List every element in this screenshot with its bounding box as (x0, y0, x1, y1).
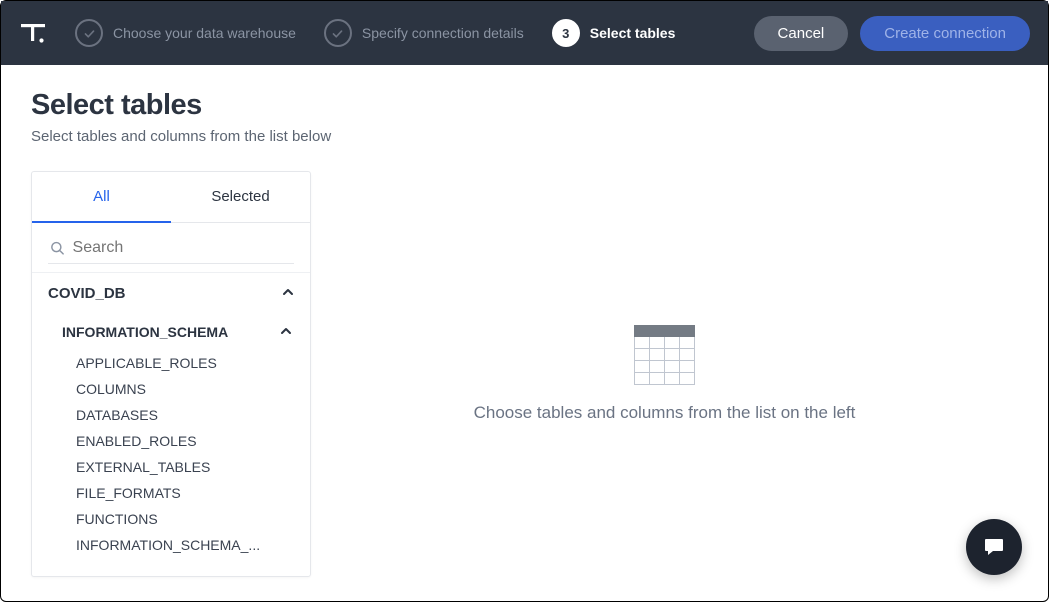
tree-table[interactable]: INFORMATION_SCHEMA_... (32, 532, 310, 558)
search-input[interactable] (73, 239, 292, 257)
wizard-steps: Choose your data warehouse Specify conne… (75, 19, 736, 47)
database-label: COVID_DB (48, 285, 126, 302)
step-label: Choose your data warehouse (113, 25, 296, 41)
chevron-up-icon (280, 325, 292, 340)
wizard-header: Choose your data warehouse Specify conne… (1, 1, 1048, 65)
app-logo (19, 19, 47, 47)
main-layout: All Selected COVID_DB INFORMATION_SCHEMA (31, 171, 1018, 577)
tree-table[interactable]: DATABASES (32, 402, 310, 428)
tree-schema[interactable]: INFORMATION_SCHEMA (32, 314, 310, 350)
tree-table[interactable]: FILE_FORMATS (32, 480, 310, 506)
table-browser: All Selected COVID_DB INFORMATION_SCHEMA (31, 171, 311, 577)
page-content: Select tables Select tables and columns … (1, 65, 1048, 601)
tree-table[interactable]: ENABLED_ROLES (32, 428, 310, 454)
empty-message: Choose tables and columns from the list … (474, 403, 856, 423)
tab-selected[interactable]: Selected (171, 172, 310, 222)
header-actions: Cancel Create connection (754, 16, 1030, 51)
tree-database[interactable]: COVID_DB (32, 272, 310, 314)
step-number: 3 (552, 19, 580, 47)
step-label: Specify connection details (362, 25, 524, 41)
step-connection[interactable]: Specify connection details (324, 19, 524, 47)
table-icon (634, 325, 695, 385)
search-row (32, 223, 310, 272)
create-connection-button[interactable]: Create connection (860, 16, 1030, 51)
cancel-button[interactable]: Cancel (754, 16, 849, 51)
tree[interactable]: COVID_DB INFORMATION_SCHEMA APPLICABLE_R… (32, 272, 310, 576)
tab-all[interactable]: All (32, 172, 171, 223)
chat-icon (982, 535, 1006, 559)
tree-table[interactable]: COLUMNS (32, 376, 310, 402)
page-title: Select tables (31, 89, 1018, 122)
chevron-up-icon (282, 286, 294, 301)
page-subtitle: Select tables and columns from the list … (31, 128, 1018, 145)
search-icon (50, 240, 65, 256)
check-icon (75, 19, 103, 47)
tree-table[interactable]: APPLICABLE_ROLES (32, 350, 310, 376)
step-warehouse[interactable]: Choose your data warehouse (75, 19, 296, 47)
step-label: Select tables (590, 25, 676, 41)
tree-table[interactable]: FUNCTIONS (32, 506, 310, 532)
tree-table[interactable]: EXTERNAL_TABLES (32, 454, 310, 480)
schema-label: INFORMATION_SCHEMA (62, 324, 228, 340)
browser-tabs: All Selected (32, 172, 310, 223)
logo-icon (19, 19, 47, 47)
empty-state: Choose tables and columns from the list … (311, 171, 1018, 577)
check-icon (324, 19, 352, 47)
step-tables[interactable]: 3 Select tables (552, 19, 676, 47)
chat-button[interactable] (966, 519, 1022, 575)
